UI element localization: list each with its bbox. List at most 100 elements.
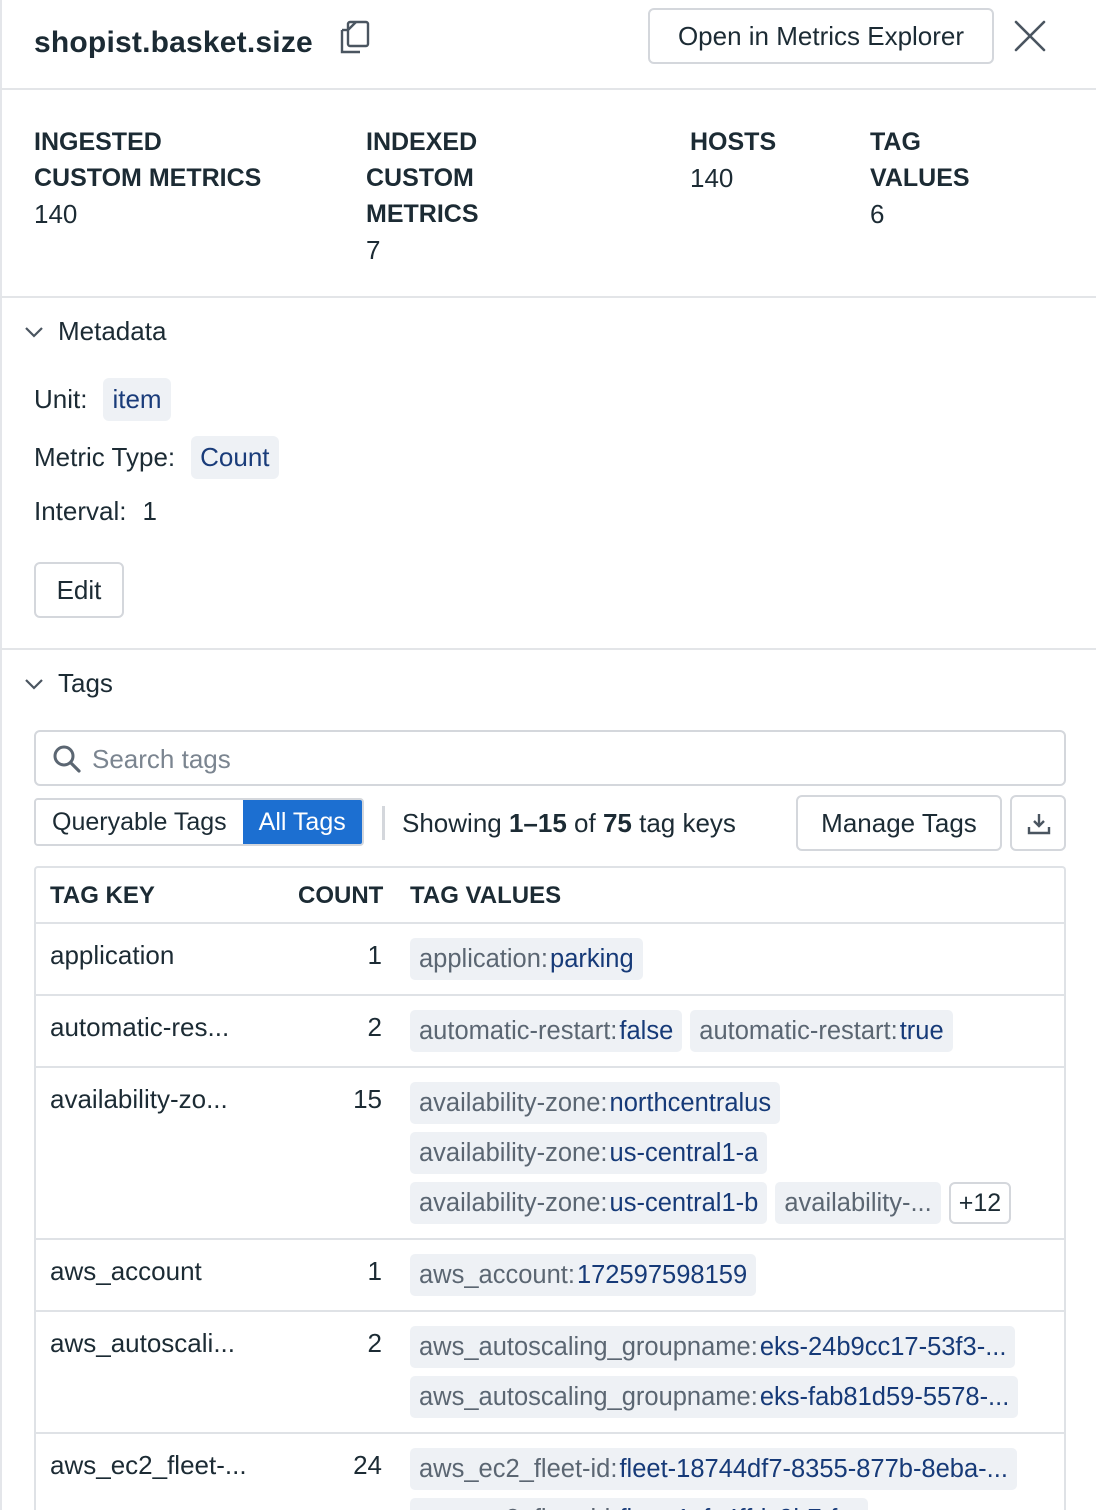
tag-count: 1 xyxy=(367,940,382,970)
tag-value-value: parking xyxy=(550,944,634,973)
tag-value-pill[interactable]: aws_autoscaling_groupname: eks-24b9cc17-5… xyxy=(410,1326,1016,1368)
tag-value-pill[interactable]: automatic-restart: true xyxy=(690,1010,953,1052)
tag-value-pill[interactable]: aws_ec2_fleet-id: fleet-18744df7-8355-877… xyxy=(410,1448,1017,1490)
showing-prefix: Showing xyxy=(402,808,509,838)
queryable-tags-tab[interactable]: Queryable Tags xyxy=(36,800,243,844)
tag-value-value: us-central1-a xyxy=(609,1138,759,1167)
tag-count: 24 xyxy=(353,1450,382,1480)
stat-tag-values: TAG VALUES 6 xyxy=(870,124,970,232)
tag-count: 2 xyxy=(367,1012,382,1042)
table-row[interactable]: automatic-res... 2 automatic-restart: false… xyxy=(36,996,1064,1068)
tags-table: TAG KEY COUNT TAG VALUES application 1 app… xyxy=(34,866,1066,1510)
more-values-button[interactable]: +12 xyxy=(948,1182,1012,1224)
stat-value: 6 xyxy=(870,199,885,229)
tag-value-value: 172597598159 xyxy=(576,1260,748,1289)
tag-value-pill[interactable]: aws_account: 172597598159 xyxy=(410,1254,757,1296)
tag-value-value: us-central1-b xyxy=(609,1188,759,1217)
tag-filter-toggle: Queryable Tags All Tags xyxy=(34,798,364,846)
tag-value-pill[interactable]: aws_ec2_fleet-id:fleet-1cfe4ffdc9b7-f... xyxy=(410,1498,868,1510)
metric-stats: INGESTED CUSTOM METRICS 140 INDEXED CUST… xyxy=(0,90,1096,298)
tag-count: 1 xyxy=(367,1256,382,1286)
tag-value-pill[interactable]: availability-... xyxy=(775,1182,941,1224)
col-tag-values: TAG VALUES xyxy=(410,882,562,909)
download-icon xyxy=(1027,814,1051,835)
panel-header: shopist.basket.size Open in Metrics Expl… xyxy=(0,0,1096,90)
edit-metadata-button[interactable]: Edit xyxy=(34,562,124,618)
tags-section-toggle[interactable]: Tags xyxy=(22,668,113,699)
close-icon[interactable] xyxy=(1010,16,1050,56)
tag-count: 15 xyxy=(353,1084,382,1114)
divider xyxy=(382,806,385,840)
tag-values: automatic-restart: false automatic-restart… xyxy=(410,1010,1054,1052)
tags-title: Tags xyxy=(58,668,113,698)
tag-value-pill[interactable]: aws_autoscaling_groupname: eks-fab81d59-5… xyxy=(410,1376,1019,1418)
tag-value-key: aws_autoscaling_groupname: xyxy=(419,1332,758,1361)
all-tags-tab[interactable]: All Tags xyxy=(242,800,362,844)
showing-total: 75 xyxy=(602,808,632,838)
tag-value-value: fleet-1cfe4ffdc9b7-f... xyxy=(619,1505,858,1510)
tag-value-key: aws_account: xyxy=(419,1260,575,1289)
table-row[interactable]: application 1 application: parking xyxy=(36,924,1064,996)
download-button[interactable] xyxy=(1010,795,1066,851)
tag-value-key: availability-zone: xyxy=(419,1188,608,1217)
col-count: COUNT xyxy=(298,882,384,909)
tag-key: aws_ec2_fleet-... xyxy=(50,1450,247,1480)
stat-ingested: INGESTED CUSTOM METRICS 140 xyxy=(34,124,261,232)
metadata-section-toggle[interactable]: Metadata xyxy=(22,316,166,347)
tag-value-value: northcentralus xyxy=(609,1088,772,1117)
tag-key: aws_account xyxy=(50,1256,202,1286)
unit-label: Unit: xyxy=(34,384,88,414)
manage-tags-button[interactable]: Manage Tags xyxy=(796,795,1002,851)
search-icon xyxy=(53,745,81,773)
stat-label: INDEXED CUSTOM METRICS xyxy=(366,128,479,228)
tag-values: aws_ec2_fleet-id: fleet-18744df7-8355-877… xyxy=(410,1448,1054,1510)
tag-value-pill[interactable]: availability-zone: us-central1-b xyxy=(410,1182,768,1224)
tag-value-key: automatic-restart: xyxy=(699,1016,898,1045)
interval-label: Interval: xyxy=(34,496,127,526)
unit-row: Unit: item xyxy=(34,378,171,421)
tag-value-key: automatic-restart: xyxy=(419,1016,618,1045)
tag-value-key: availability-zone: xyxy=(419,1088,608,1117)
showing-range: 1–15 xyxy=(508,808,567,838)
divider xyxy=(0,648,1096,650)
copy-icon[interactable] xyxy=(334,18,374,58)
table-row[interactable]: aws_ec2_fleet-... 24 aws_ec2_fleet-id: flee… xyxy=(36,1434,1064,1510)
tag-values: availability-zone: northcentralus availabi… xyxy=(410,1082,1054,1224)
stat-label: TAG VALUES xyxy=(870,128,970,192)
tag-value-pill[interactable]: application: parking xyxy=(410,938,643,980)
tag-count: 2 xyxy=(367,1328,382,1358)
tag-values: application: parking xyxy=(410,938,1054,980)
showing-count: Showing 1–15 of 75 tag keys xyxy=(402,808,736,839)
metadata-title: Metadata xyxy=(58,316,167,346)
tag-value-key: aws_ec2_fleet-id: xyxy=(419,1505,617,1510)
search-tags-input[interactable] xyxy=(92,740,1042,778)
tag-value-value: eks-24b9cc17-53f3-... xyxy=(759,1332,1007,1361)
tag-value-value: fleet-18744df7-8355-877b-8eba-... xyxy=(619,1454,1008,1483)
unit-value: item xyxy=(103,378,171,421)
tag-value-key: aws_ec2_fleet-id: xyxy=(419,1454,618,1483)
metric-type-row: Metric Type: Count xyxy=(34,436,279,479)
tag-value-value: false xyxy=(619,1016,674,1045)
chevron-down-icon xyxy=(25,326,43,338)
interval-row: Interval: 1 xyxy=(34,496,157,527)
col-tag-key: TAG KEY xyxy=(50,882,155,909)
table-row[interactable]: aws_autoscali... 2 aws_autoscaling_groupna… xyxy=(36,1312,1064,1434)
stat-indexed: INDEXED CUSTOM METRICS 7 xyxy=(366,124,479,268)
tag-search-box xyxy=(34,730,1066,786)
tag-value-pill[interactable]: availability-zone: us-central1-a xyxy=(410,1132,768,1174)
stat-value: 140 xyxy=(690,163,734,193)
stat-value: 140 xyxy=(34,199,78,229)
stat-label: HOSTS xyxy=(690,128,777,156)
tag-value-value: eks-fab81d59-5578-... xyxy=(759,1382,1010,1411)
tag-values: aws_autoscaling_groupname: eks-24b9cc17-5… xyxy=(410,1326,1054,1418)
metric-type-value: Count xyxy=(191,436,279,479)
table-row[interactable]: aws_account 1 aws_account: 172597598159 xyxy=(36,1240,1064,1312)
tag-value-pill[interactable]: automatic-restart: false xyxy=(410,1010,683,1052)
showing-of: of xyxy=(566,808,603,838)
tag-value-value: true xyxy=(899,1016,944,1045)
tag-key: aws_autoscali... xyxy=(50,1328,235,1358)
table-row[interactable]: availability-zo... 15 availability-zone: no… xyxy=(36,1068,1064,1240)
tag-value-key: aws_autoscaling_groupname: xyxy=(419,1382,758,1411)
tag-value-pill[interactable]: availability-zone: northcentralus xyxy=(410,1082,781,1124)
open-in-metrics-explorer-button[interactable]: Open in Metrics Explorer xyxy=(648,8,994,64)
